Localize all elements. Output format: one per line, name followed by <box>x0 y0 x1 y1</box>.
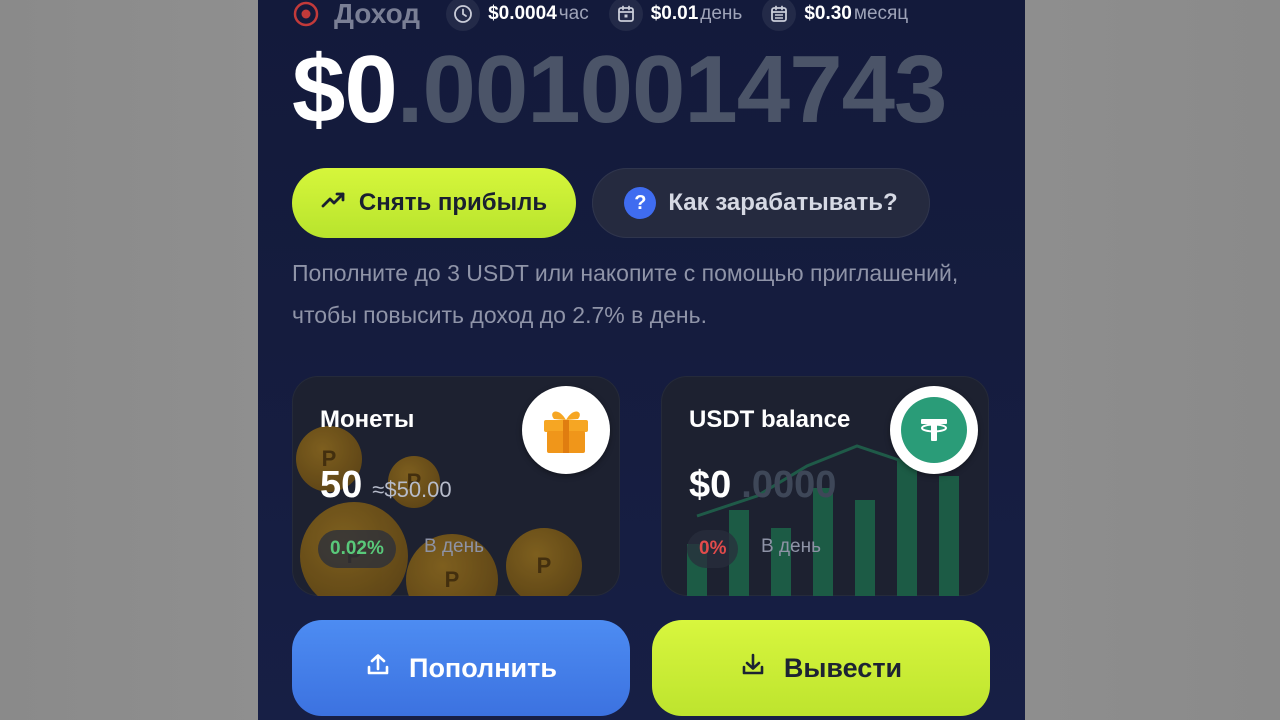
tether-logo <box>901 397 967 463</box>
rate-day: $0.01 день <box>608 0 743 31</box>
tether-icon <box>890 386 978 474</box>
usdt-per-day: В день <box>761 536 821 557</box>
usdt-amount: $0.0000 <box>689 464 836 507</box>
rate-hour: $0.0004 час <box>446 0 589 31</box>
usdt-percent: 0% <box>687 530 739 568</box>
app-screen: Доход $0.0004 час $0.01 день $0.30 месяц… <box>258 0 1025 720</box>
withdraw-profit-button[interactable]: Снять прибыль <box>292 168 576 238</box>
target-icon <box>290 0 322 30</box>
download-icon <box>740 652 766 685</box>
coin-decor-icon <box>506 528 582 596</box>
how-to-earn-button[interactable]: ? Как зарабатывать? <box>592 168 930 238</box>
how-to-earn-label: Как зарабатывать? <box>668 189 898 216</box>
coins-percent: 0.02% <box>318 530 396 568</box>
boost-hint-text: Пополните до 3 USDT или накопите с помощ… <box>292 260 959 328</box>
trending-up-icon <box>321 189 347 218</box>
coins-approx-value: ≈$50.00 <box>372 477 452 502</box>
upload-icon <box>365 652 391 685</box>
rate-hour-value: $0.0004 <box>488 3 557 24</box>
rate-month: $0.30 месяц <box>762 0 908 31</box>
calendar-day-icon <box>608 0 643 31</box>
balance-fraction: .0010014743 <box>396 36 948 143</box>
backdrop-left <box>0 0 258 720</box>
rate-day-unit: день <box>700 3 743 24</box>
usdt-title: USDT balance <box>689 406 851 433</box>
deposit-label: Пополнить <box>409 652 557 683</box>
total-income-balance: $0.0010014743 <box>292 36 948 144</box>
withdraw-label: Вывести <box>783 652 903 683</box>
rate-day-value: $0.01 <box>650 3 699 24</box>
rate-month-value: $0.30 <box>804 3 852 24</box>
coins-amount: 50 <box>320 464 363 506</box>
rate-hour-unit: час <box>558 3 589 24</box>
usdt-amount-integer: $0 <box>689 464 732 506</box>
backdrop-right <box>1025 0 1280 720</box>
question-icon: ? <box>624 187 657 219</box>
income-rates-row: Доход $0.0004 час $0.01 день $0.30 месяц <box>290 0 908 34</box>
balance-integer: $0 <box>292 36 398 143</box>
deposit-button[interactable]: Пополнить <box>292 620 630 716</box>
withdraw-profit-label: Снять прибыль <box>358 189 548 216</box>
income-label: Доход <box>334 0 421 29</box>
gift-icon <box>522 386 610 474</box>
rate-month-unit: месяц <box>853 3 909 24</box>
usdt-amount-fraction: .0000 <box>741 464 837 506</box>
clock-icon <box>446 0 481 31</box>
withdraw-button[interactable]: Вывести <box>652 620 990 716</box>
coins-per-day: В день <box>424 536 484 557</box>
coins-amount-row: 50 ≈$50.00 <box>320 464 452 507</box>
coins-title: Монеты <box>320 406 415 433</box>
calendar-month-icon <box>762 0 797 31</box>
